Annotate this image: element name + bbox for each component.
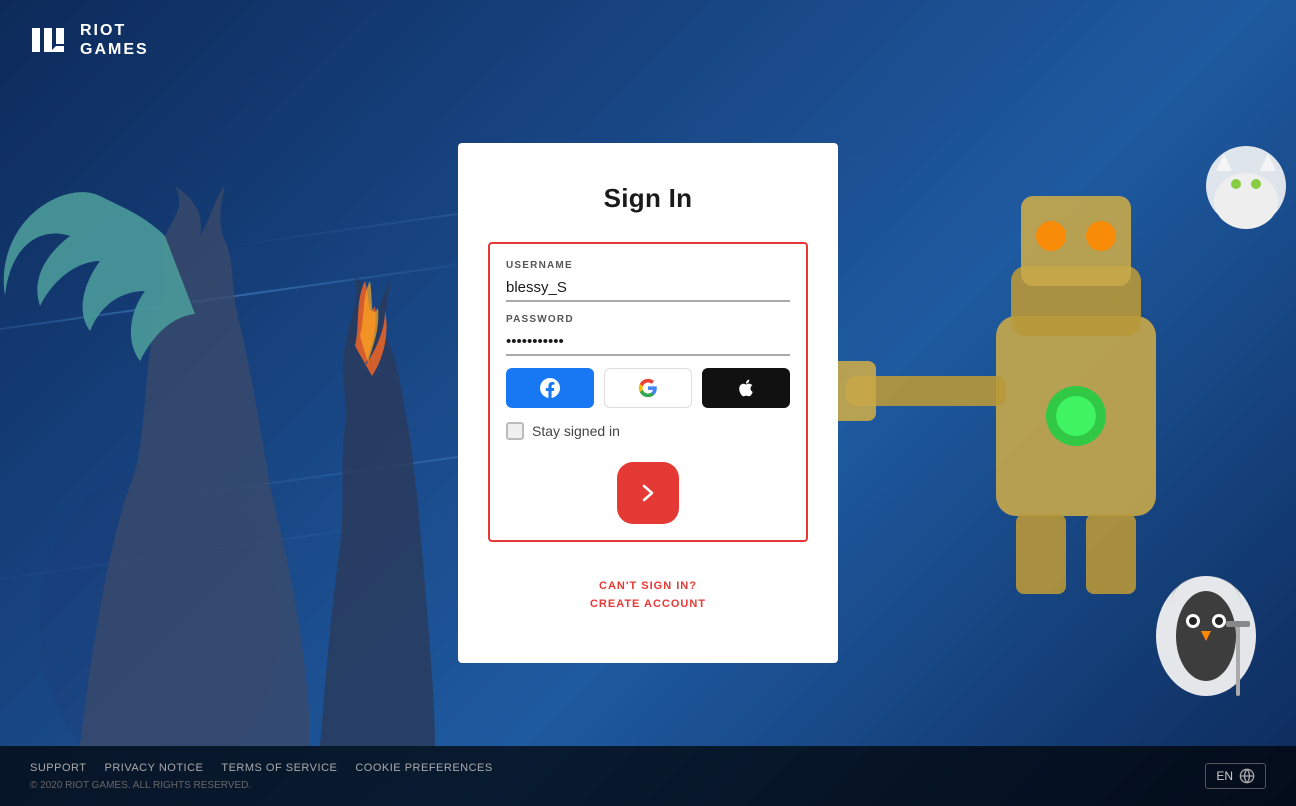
stay-signed-in-row: Stay signed in	[506, 422, 790, 440]
cookie-link[interactable]: COOKIE PREFERENCES	[355, 762, 492, 774]
logo-text: RIOT GAMES	[80, 21, 149, 59]
lang-label: EN	[1216, 769, 1233, 783]
stay-signed-in-label: Stay signed in	[532, 423, 620, 439]
globe-icon	[1239, 768, 1255, 784]
facebook-signin-button[interactable]	[506, 368, 594, 408]
submit-button[interactable]	[617, 462, 679, 524]
username-label: USERNAME	[506, 260, 790, 271]
cant-sign-in-link[interactable]: CAN'T SIGN IN?	[599, 580, 697, 592]
footer-left-col: SUPPORT PRIVACY NOTICE TERMS OF SERVICE …	[30, 762, 1205, 791]
facebook-icon	[540, 378, 560, 398]
copyright-text: © 2020 RIOT GAMES. ALL RIGHTS RESERVED.	[30, 780, 1205, 791]
footer: SUPPORT PRIVACY NOTICE TERMS OF SERVICE …	[0, 746, 1296, 806]
password-group: PASSWORD	[506, 314, 790, 356]
terms-link[interactable]: TERMS OF SERVICE	[221, 762, 337, 774]
arrow-right-icon	[636, 481, 660, 505]
footer-links-row: SUPPORT PRIVACY NOTICE TERMS OF SERVICE …	[30, 762, 1205, 774]
create-account-link[interactable]: CREATE ACCOUNT	[590, 598, 706, 610]
password-input[interactable]	[506, 329, 790, 356]
password-label: PASSWORD	[506, 314, 790, 325]
privacy-link[interactable]: PRIVACY NOTICE	[104, 762, 203, 774]
social-buttons-row	[506, 368, 790, 408]
language-selector[interactable]: EN	[1205, 763, 1266, 789]
username-input[interactable]	[506, 275, 790, 302]
logo: RIOT GAMES	[30, 20, 149, 60]
support-link[interactable]: SUPPORT	[30, 762, 86, 774]
username-group: USERNAME	[506, 260, 790, 302]
google-icon	[638, 378, 658, 398]
form-box: USERNAME PASSWORD	[488, 242, 808, 542]
stay-signed-in-checkbox[interactable]	[506, 422, 524, 440]
signin-title: Sign In	[604, 183, 693, 214]
google-signin-button[interactable]	[604, 368, 692, 408]
apple-signin-button[interactable]	[702, 368, 790, 408]
signin-card: Sign In USERNAME PASSWORD	[458, 143, 838, 663]
bottom-links: CAN'T SIGN IN? CREATE ACCOUNT	[590, 580, 706, 610]
characters-right	[796, 66, 1296, 746]
characters-left	[0, 66, 500, 746]
riot-games-logo-icon	[30, 20, 70, 60]
apple-icon	[736, 378, 756, 398]
